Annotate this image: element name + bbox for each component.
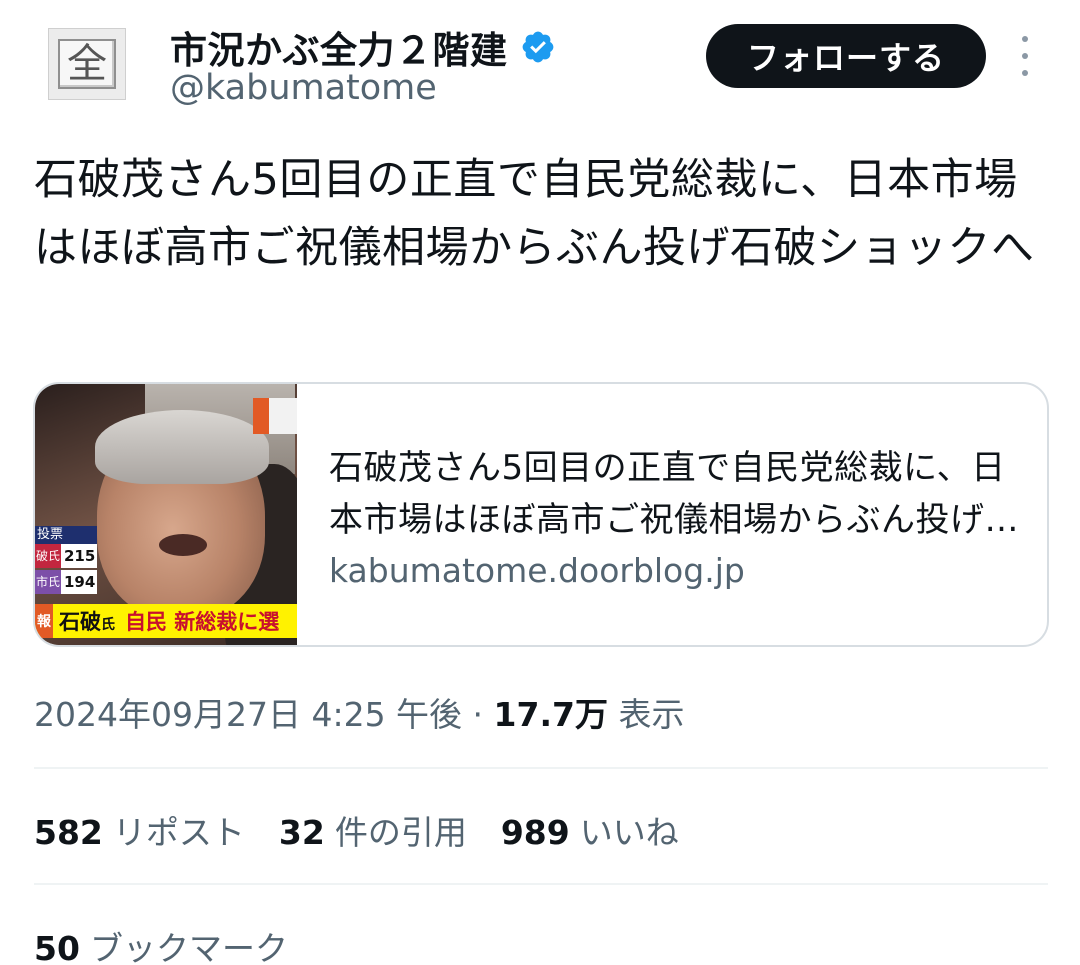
link-card-thumbnail: 投票 破氏 215 市氏 194 報 石破氏 自民 新総裁に選	[35, 384, 297, 645]
divider	[34, 883, 1048, 885]
thumbnail-vote-row: 市氏 194	[35, 570, 97, 594]
likes-stat[interactable]: 989 いいね	[501, 806, 679, 854]
reposts-count: 582	[34, 813, 103, 852]
thumbnail-vote-tag: 破氏	[35, 544, 61, 568]
meta-separator: ·	[462, 695, 494, 734]
tweet-meta: 2024年09月27日 4:25 午後 · 17.7万 表示	[34, 688, 684, 736]
avatar[interactable]: 全	[48, 28, 126, 100]
bookmarks-label: ブックマーク	[89, 929, 288, 965]
display-name-row[interactable]: 市況かぶ全力２階建	[170, 20, 556, 74]
link-card[interactable]: 投票 破氏 215 市氏 194 報 石破氏 自民 新総裁に選 石破茂さん5回目…	[33, 382, 1049, 647]
tweet-text: 石破茂さん5回目の正直で自民党総裁に、日本市場はほぼ高市ご祝儀相場からぶん投げ石…	[34, 155, 1035, 273]
bookmarks-stat[interactable]: 50 ブックマーク	[34, 922, 288, 965]
reposts-label: リポスト	[112, 813, 245, 852]
quotes-label: 件の引用	[334, 813, 467, 852]
thumbnail-banner-flag: 報	[35, 604, 53, 638]
thumbnail-banner-party: 自民 新総裁に選	[125, 610, 280, 634]
avatar-glyph: 全	[58, 39, 116, 89]
link-card-title: 石破茂さん5回目の正直で自民党総裁に、日本市場はほぼ高市ご祝儀相場からぶん投げ石…	[329, 448, 1019, 540]
thumbnail-votes-label: 投票	[35, 526, 97, 544]
thumbnail-banner-name: 石破氏	[59, 610, 115, 634]
bookmarks-count: 50	[34, 929, 80, 965]
reposts-stat[interactable]: 582 リポスト	[34, 806, 245, 854]
handle[interactable]: @kabumatome	[170, 68, 437, 108]
thumbnail-news-banner: 報 石破氏 自民 新総裁に選	[35, 604, 297, 638]
likes-label: いいね	[579, 813, 679, 852]
quotes-count: 32	[278, 813, 325, 852]
live-caption-icon	[253, 398, 297, 434]
views-count: 17.7万	[493, 695, 608, 734]
views-label: 表示	[607, 695, 685, 734]
likes-count: 989	[500, 813, 570, 852]
tweet-detail: 全 市況かぶ全力２階建 @kabumatome フォローする 石破茂さん5回目の…	[0, 0, 1080, 965]
thumbnail-vote-value: 194	[61, 570, 97, 594]
display-name[interactable]: 市況かぶ全力２階建	[170, 20, 508, 74]
thumbnail-vote-tag: 市氏	[35, 570, 61, 594]
engagement-stats: 582 リポスト 32 件の引用 989 いいね	[34, 806, 713, 854]
more-options-icon[interactable]	[1010, 36, 1040, 76]
verified-badge-icon	[522, 31, 553, 63]
link-card-domain: kabumatome.doorblog.jp	[329, 551, 745, 590]
follow-button[interactable]: フォローする	[706, 24, 986, 88]
thumbnail-vote-row: 破氏 215	[35, 544, 97, 568]
tweet-timestamp[interactable]: 2024年09月27日 4:25 午後	[34, 695, 462, 734]
quotes-stat[interactable]: 32 件の引用	[279, 806, 467, 854]
divider	[34, 767, 1048, 769]
thumbnail-vote-value: 215	[61, 544, 97, 568]
